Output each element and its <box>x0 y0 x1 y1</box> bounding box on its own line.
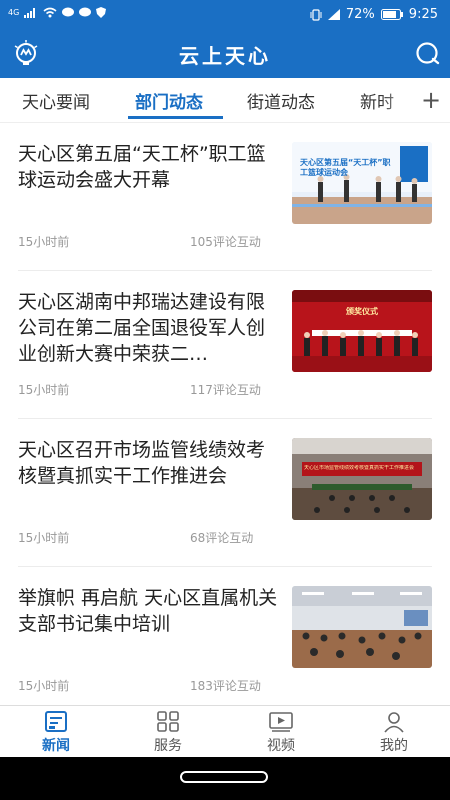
nav-news[interactable]: 新闻 <box>0 706 112 758</box>
news-title[interactable]: 天心区召开市场监管线绩效考核暨真抓实干工作推进会 <box>18 437 278 489</box>
news-item[interactable]: 天心区湖南中邦瑞达建设有限公司在第二届全国退役军人创业创新大赛中荣获二… 15小… <box>18 271 432 419</box>
network-type: 4G <box>8 8 20 17</box>
news-time: 15小时前 <box>18 679 70 693</box>
thumbnail-caption: 天心区第五届“天工杯”职工篮球运动会 <box>300 158 391 177</box>
news-comments: 183评论互动 <box>190 679 261 693</box>
nav-video[interactable]: 视频 <box>225 706 337 758</box>
status-icons-right: 72% 9:25 <box>310 7 438 22</box>
system-navigation-bar <box>0 757 450 800</box>
wifi-icon <box>43 7 57 18</box>
news-comments: 105评论互动 <box>190 235 261 249</box>
status-bar: 4G 72% 9:25 <box>0 0 450 30</box>
news-icon <box>45 711 67 732</box>
app-title: 云上天心 <box>179 44 271 68</box>
vibrate-icon <box>310 8 322 21</box>
active-tab-indicator <box>128 116 223 119</box>
person-icon <box>384 712 404 733</box>
clock: 9:25 <box>408 7 438 22</box>
news-thumbnail[interactable]: 天心区市场监管线绩效考核暨真抓实干工作推进会 <box>292 438 432 520</box>
status-icons-left: 4G <box>8 7 107 18</box>
news-item[interactable]: 举旗帜 再启航 天心区直属机关支部书记集中培训 15小时前 183评论互动 <box>18 567 432 715</box>
nav-services-label: 服务 <box>154 738 182 754</box>
tabs-fade <box>380 78 420 122</box>
nav-video-label: 视频 <box>267 738 295 754</box>
battery-icon <box>380 9 403 20</box>
shield-icon <box>96 7 107 18</box>
bottom-navigation: 新闻 服务 视频 我的 <box>0 705 450 758</box>
news-thumbnail[interactable] <box>292 586 432 668</box>
news-comments: 68评论互动 <box>190 531 254 545</box>
thumbnail-caption: 天心区市场监管线绩效考核暨真抓实干工作推进会 <box>304 465 415 471</box>
chat-bubble-icon[interactable] <box>412 38 444 70</box>
category-tabs: 天心要闻 部门动态 街道动态 新时 + <box>0 78 450 123</box>
news-time: 15小时前 <box>18 531 70 545</box>
message-icon <box>62 7 75 17</box>
signal-strength-icon <box>327 9 340 20</box>
news-thumbnail[interactable]: 天心区第五届“天工杯”职工篮球运动会 <box>292 142 432 224</box>
nav-news-label: 新闻 <box>42 738 70 754</box>
chat-icon <box>79 7 92 17</box>
grid-icon <box>157 711 179 732</box>
news-title[interactable]: 天心区第五届“天工杯”职工篮球运动会盛大开幕 <box>18 141 278 193</box>
news-thumbnail[interactable]: 颁奖仪式 <box>292 290 432 372</box>
tab-street-news[interactable]: 街道动态 <box>247 88 315 113</box>
signal-icon <box>24 7 36 18</box>
nav-profile[interactable]: 我的 <box>338 706 450 758</box>
add-tab-button[interactable]: + <box>418 86 444 114</box>
home-gesture-bar[interactable] <box>180 771 268 783</box>
nav-profile-label: 我的 <box>380 738 408 754</box>
news-comments: 117评论互动 <box>190 383 261 397</box>
news-item[interactable]: 天心区召开市场监管线绩效考核暨真抓实干工作推进会 15小时前 68评论互动 天心… <box>18 419 432 567</box>
video-icon <box>269 712 293 732</box>
tab-tianxin-news[interactable]: 天心要闻 <box>22 88 90 113</box>
battery-percent: 72% <box>345 7 375 22</box>
tab-department-news[interactable]: 部门动态 <box>135 88 203 113</box>
thumbnail-caption: 颁奖仪式 <box>346 307 378 316</box>
app-header: 云上天心 <box>0 30 450 78</box>
news-title[interactable]: 举旗帜 再启航 天心区直属机关支部书记集中培训 <box>18 585 278 637</box>
news-time: 15小时前 <box>18 235 70 249</box>
news-item[interactable]: 天心区第五届“天工杯”职工篮球运动会盛大开幕 15小时前 105评论互动 天心区… <box>18 123 432 271</box>
news-time: 15小时前 <box>18 383 70 397</box>
news-title[interactable]: 天心区湖南中邦瑞达建设有限公司在第二届全国退役军人创业创新大赛中荣获二… <box>18 289 278 367</box>
nav-services[interactable]: 服务 <box>112 706 224 758</box>
